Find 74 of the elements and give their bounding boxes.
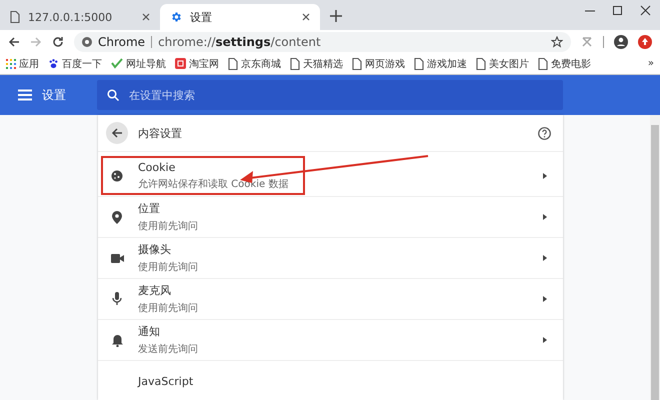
chevron-icon	[543, 214, 547, 220]
bookmark-item[interactable]: 网址导航	[111, 56, 166, 70]
row-title: Cookie	[138, 161, 176, 174]
search-placeholder: 在设置中搜索	[129, 88, 195, 102]
help-icon[interactable]	[538, 126, 551, 140]
new-tab-icon[interactable]	[330, 10, 342, 22]
location-pin-icon	[112, 210, 122, 224]
shop-logo-icon	[175, 58, 186, 69]
bookmark-item[interactable]: 京东商城	[228, 56, 281, 70]
scrollbar[interactable]	[650, 115, 660, 400]
row-subtitle: 使用前先询问	[138, 260, 199, 274]
settings-row[interactable]: 位置 使用前先询问	[98, 197, 563, 238]
settings-row[interactable]: JavaScript	[98, 361, 563, 400]
bookmark-item[interactable]: 游戏加速	[414, 56, 467, 70]
page-icon	[290, 58, 300, 70]
update-icon[interactable]	[638, 34, 652, 48]
page-icon	[352, 58, 362, 70]
row-title: 通知	[138, 324, 161, 339]
chevron-icon	[543, 296, 547, 302]
bookmark-item[interactable]: 天猫精选	[290, 56, 343, 70]
microphone-icon	[112, 292, 122, 306]
site-info-icon	[82, 36, 92, 46]
row-title: JavaScript	[138, 374, 194, 388]
row-title: 摄像头	[138, 242, 172, 257]
bookmark-item[interactable]: 美女图片	[476, 56, 529, 70]
chevron-icon	[543, 173, 547, 179]
star-icon[interactable]	[551, 36, 563, 48]
cookie-icon	[111, 170, 123, 182]
settings-row[interactable]: 摄像头 使用前先询问	[98, 238, 563, 279]
settings-row[interactable]: 通知 发送前先询问	[98, 320, 563, 361]
bookmark-item[interactable]: 淘宝网	[175, 56, 219, 70]
search-icon	[107, 89, 119, 101]
site-label: Chrome	[98, 34, 146, 48]
address-bar[interactable]: Chrome chrome://settings/content	[74, 32, 571, 52]
settings-row[interactable]: 麦克风 使用前先询问	[98, 279, 563, 320]
bookmarks-overflow[interactable]: »	[648, 58, 654, 69]
menu-icon[interactable]	[18, 89, 32, 101]
close-icon[interactable]	[142, 13, 150, 21]
bookmark-item[interactable]: 网页游戏	[352, 56, 405, 70]
back-icon[interactable]	[8, 36, 20, 48]
row-title: 麦克风	[138, 283, 172, 298]
row-title: 位置	[138, 201, 161, 216]
paw-icon	[48, 58, 59, 69]
bookmark-item[interactable]: 应用	[6, 56, 39, 70]
bell-icon	[112, 334, 122, 346]
gear-icon	[170, 11, 182, 23]
chevron-icon	[543, 337, 547, 343]
close-icon[interactable]	[302, 13, 310, 21]
page-icon	[476, 58, 486, 70]
browser-tab[interactable]: 127.0.0.1:5000	[0, 4, 160, 30]
url-text: chrome://settings/content	[158, 34, 321, 48]
row-subtitle: 使用前先询问	[138, 302, 199, 315]
search-field[interactable]: 在设置中搜索	[97, 80, 563, 110]
back-button[interactable]	[106, 122, 128, 144]
apps-grid-icon	[6, 58, 16, 68]
back-arrow-icon	[111, 127, 123, 139]
account-icon[interactable]	[614, 34, 628, 48]
settings-row[interactable]: Cookie 允许网站保存和读取 Cookie 数据	[98, 156, 563, 197]
reload-icon[interactable]	[52, 36, 64, 48]
page-title: 内容设置	[138, 126, 182, 140]
page-icon	[228, 58, 238, 70]
browser-tab[interactable]: 设置	[160, 4, 320, 30]
chevron-icon	[543, 255, 547, 261]
bookmark-item[interactable]: 免费电影	[538, 56, 591, 70]
row-subtitle: 发送前先询问	[138, 342, 199, 356]
video-camera-icon	[110, 254, 124, 262]
row-subtitle: 使用前先询问	[138, 220, 199, 233]
checkmark-icon	[111, 58, 123, 69]
app-title: 设置	[42, 86, 66, 104]
page-icon	[538, 58, 548, 70]
bookmark-item[interactable]: 百度一下	[48, 56, 102, 70]
page-icon	[10, 11, 20, 23]
page-icon	[414, 58, 424, 70]
row-subtitle: 允许网站保存和读取 Cookie 数据	[138, 178, 290, 191]
